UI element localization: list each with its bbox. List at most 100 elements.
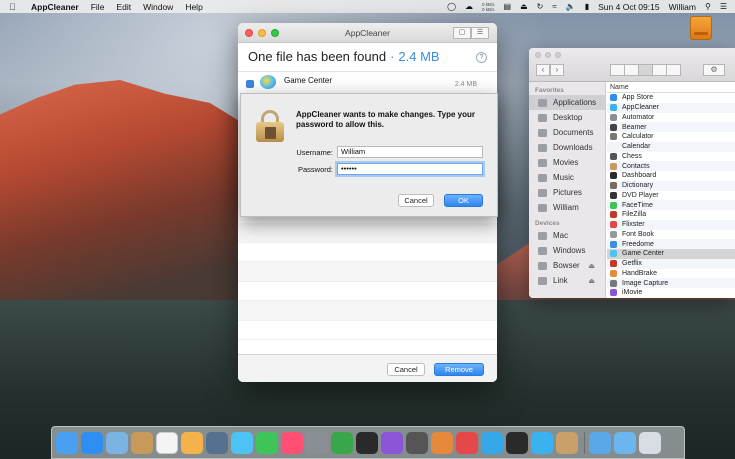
user-menu[interactable]: William	[669, 2, 696, 12]
battery-icon[interactable]: ▮	[585, 2, 589, 11]
remove-button[interactable]: Remove	[434, 363, 484, 376]
file-row[interactable]: Beamer	[607, 122, 735, 132]
sidebar-item-pictures[interactable]: Pictures	[529, 185, 605, 200]
finder-icon[interactable]	[56, 431, 78, 454]
ok-button[interactable]: OK	[444, 194, 483, 207]
network-stats[interactable]: 0 kB/s 0 kB/s	[482, 2, 495, 12]
sidebar-item-william[interactable]: William	[529, 200, 605, 215]
minimize-icon[interactable]	[258, 29, 266, 37]
eject-icon[interactable]: ⏏	[588, 277, 595, 285]
music-icon[interactable]	[281, 431, 303, 454]
imovie-icon[interactable]	[381, 431, 403, 454]
applications-folder-icon[interactable]	[589, 431, 611, 454]
safari-icon[interactable]	[81, 431, 103, 454]
help-icon[interactable]: ?	[476, 52, 487, 63]
notes-icon[interactable]	[131, 431, 153, 454]
file-row[interactable]: Dictionary	[607, 180, 735, 191]
appcleaner-icon[interactable]	[531, 431, 553, 454]
refresh-icon[interactable]: ↻	[537, 2, 544, 11]
file-row[interactable]: Game Center	[607, 249, 735, 259]
password-field[interactable]: ••••••	[337, 163, 483, 175]
list-view-icon[interactable]	[624, 64, 639, 76]
file-row[interactable]: App Store	[607, 93, 735, 103]
search-icon[interactable]: ⚲	[705, 2, 711, 11]
clock[interactable]: Sun 4 Oct 09:15	[598, 2, 659, 12]
eject-icon[interactable]: ⏏	[588, 262, 595, 270]
back-icon[interactable]: ‹	[536, 64, 550, 76]
file-row[interactable]: Automator	[607, 113, 735, 123]
sidebar-item-movies[interactable]: Movies	[529, 155, 605, 170]
hard-drive-icon[interactable]	[690, 16, 712, 40]
sidebar-item-desktop[interactable]: Desktop	[529, 110, 605, 125]
menu-app-name[interactable]: AppCleaner	[31, 2, 79, 12]
file-row[interactable]: iMovie	[607, 288, 735, 298]
menu-window[interactable]: Window	[143, 2, 173, 12]
file-row[interactable]: AppCleaner	[607, 102, 735, 113]
file-row[interactable]: Font Book	[607, 230, 735, 240]
wifi-icon[interactable]: ≈	[552, 2, 556, 11]
minimize-icon[interactable]	[545, 52, 551, 58]
sidebar-item-windows[interactable]: Windows	[529, 243, 605, 258]
item-checkbox[interactable]	[246, 80, 254, 88]
file-row[interactable]: Getflix	[607, 258, 735, 269]
file-row[interactable]: Contacts	[607, 161, 735, 171]
menu-edit[interactable]: Edit	[116, 2, 131, 12]
photos-icon[interactable]	[181, 431, 203, 454]
file-row[interactable]: FileZilla	[607, 210, 735, 220]
list-item[interactable]: Game Center 2.4 MB	[238, 71, 497, 91]
coverflow-view-icon[interactable]	[652, 64, 667, 76]
close-icon[interactable]	[245, 29, 253, 37]
file-row[interactable]: FaceTime	[607, 200, 735, 210]
cloud-icon[interactable]: ☁	[465, 2, 473, 11]
zoom-icon[interactable]	[271, 29, 279, 37]
downloads-folder-icon[interactable]	[614, 431, 636, 454]
numbers-icon[interactable]	[331, 431, 353, 454]
file-row[interactable]: Chess	[607, 152, 735, 162]
column-view-icon[interactable]	[638, 64, 653, 76]
calendar-icon[interactable]	[156, 431, 178, 454]
sidebar-item-link[interactable]: Link ⏏	[529, 273, 605, 288]
notes-icon[interactable]: ▤	[504, 2, 512, 11]
arrange-icon[interactable]	[666, 64, 681, 76]
notification-center-icon[interactable]: ☰	[720, 2, 727, 11]
menu-help[interactable]: Help	[185, 2, 202, 12]
network-icon[interactable]	[506, 431, 528, 454]
sidebar-item-bowser[interactable]: Bowser ⏏	[529, 258, 605, 273]
cancel-button[interactable]: Cancel	[398, 194, 434, 207]
sidebar-item-downloads[interactable]: Downloads	[529, 140, 605, 155]
preview-icon[interactable]	[106, 431, 128, 454]
eject-icon[interactable]: ⏏	[520, 2, 528, 11]
username-field[interactable]: William	[337, 146, 483, 158]
sidebar-item-music[interactable]: Music	[529, 170, 605, 185]
handbrake-icon[interactable]	[431, 431, 453, 454]
volume-icon[interactable]: 🔈	[566, 2, 576, 11]
close-icon[interactable]	[535, 52, 541, 58]
scan-icon[interactable]: ▢	[453, 27, 471, 39]
claquette-icon[interactable]	[406, 431, 428, 454]
airdrop-icon[interactable]	[481, 431, 503, 454]
messages-icon[interactable]	[231, 431, 253, 454]
sidebar-item-mac[interactable]: Mac	[529, 228, 605, 243]
sidebar-item-documents[interactable]: Documents	[529, 125, 605, 140]
shield-icon[interactable]: ◯	[447, 2, 456, 11]
file-row[interactable]: Dashboard	[607, 171, 735, 181]
popcorn-icon[interactable]	[456, 431, 478, 454]
icon-view-icon[interactable]	[610, 64, 625, 76]
stocks-icon[interactable]	[356, 431, 378, 454]
apple-menu-icon[interactable]: 	[9, 2, 19, 12]
photo-browser-icon[interactable]	[206, 431, 228, 454]
zoom-icon[interactable]	[555, 52, 561, 58]
file-row[interactable]: Calendar	[607, 141, 735, 152]
file-row[interactable]: Image Capture	[607, 278, 735, 288]
trash-icon[interactable]	[639, 431, 661, 454]
sidebar-item-applications[interactable]: Applications	[529, 95, 605, 110]
cancel-button[interactable]: Cancel	[387, 363, 425, 376]
file-row[interactable]: Freedome	[607, 239, 735, 249]
file-row[interactable]: DVD Player	[607, 191, 735, 201]
column-header-name[interactable]: Name	[607, 82, 735, 93]
file-row[interactable]: HandBrake	[607, 269, 735, 279]
forward-icon[interactable]: ›	[550, 64, 564, 76]
menu-file[interactable]: File	[91, 2, 105, 12]
list-icon[interactable]: ☰	[471, 27, 489, 39]
facetime-icon[interactable]	[256, 431, 278, 454]
